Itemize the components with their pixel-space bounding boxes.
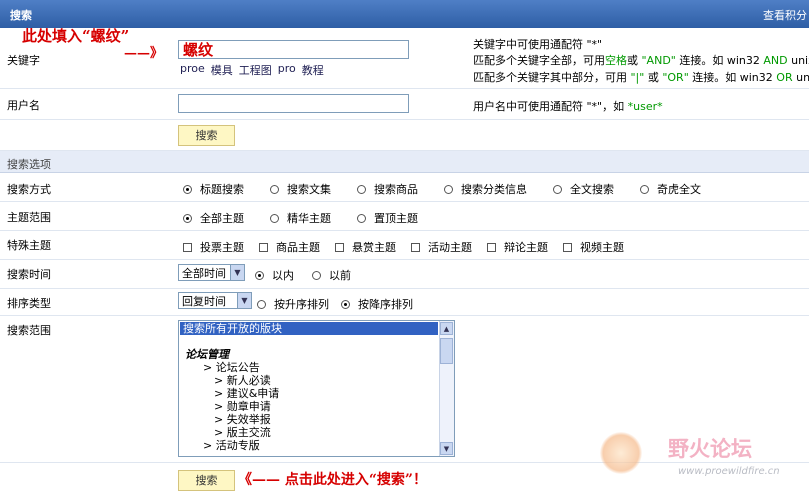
radio-icon[interactable]	[640, 184, 649, 194]
search-submit-button[interactable]: 搜索	[178, 470, 235, 491]
username-label: 用户名	[7, 99, 40, 112]
list-item[interactable]: > 版主交流	[179, 426, 454, 439]
special-topic-option[interactable]: 商品主题	[259, 239, 320, 255]
page-title: 搜索	[10, 9, 32, 22]
list-item[interactable]: > 失效举报	[179, 413, 454, 426]
list-item[interactable]: > 勋章申请	[179, 400, 454, 413]
sort-type-label: 排序类型	[7, 297, 51, 310]
keyword-hint-or: 匹配多个关键字其中部分，可用 "|" 或 "OR" 连接。如 win32 OR …	[473, 71, 809, 84]
scroll-down-icon[interactable]: ▼	[440, 442, 453, 455]
keyword-hint-and: 匹配多个关键字全部，可用空格或 "AND" 连接。如 win32 AND uni…	[473, 54, 809, 67]
view-points-link[interactable]: 查看积分	[763, 7, 807, 23]
sort-type-option[interactable]: 按升序排列	[257, 296, 329, 312]
radio-icon[interactable]	[341, 299, 350, 309]
chevron-down-icon[interactable]: ▼	[237, 293, 251, 308]
title-bar	[0, 0, 809, 28]
list-item[interactable]: > 新人必读	[179, 374, 454, 387]
search-mode-option[interactable]: 奇虎全文	[640, 181, 701, 197]
checkbox-icon[interactable]	[563, 242, 572, 252]
radio-icon[interactable]	[270, 213, 279, 223]
keyword-suggestions: proe 模具 工程图 pro 教程	[180, 62, 324, 78]
suggestion-link[interactable]: 教程	[302, 62, 324, 78]
search-scope-label: 搜索范围	[7, 324, 51, 337]
sort-type-options: 按升序排列 按降序排列	[257, 296, 413, 312]
list-item[interactable]: > 论坛公告	[179, 361, 454, 374]
list-item[interactable]	[179, 335, 454, 348]
radio-icon[interactable]	[444, 184, 453, 194]
watermark-name: 野火论坛	[668, 437, 752, 461]
keyword-label: 关键字	[7, 54, 40, 67]
search-mode-option[interactable]: 全文搜索	[553, 181, 614, 197]
annotation-click-here: 《—— 点击此处进入“搜索”！	[238, 472, 427, 488]
radio-icon[interactable]	[183, 184, 192, 194]
radio-icon[interactable]	[255, 270, 264, 280]
search-mode-option[interactable]: 搜索文集	[270, 181, 331, 197]
radio-icon[interactable]	[553, 184, 562, 194]
topic-range-options: 全部主题 精华主题 置顶主题	[183, 210, 418, 226]
username-input[interactable]	[178, 94, 409, 113]
search-button[interactable]: 搜索	[178, 125, 235, 146]
suggestion-link[interactable]: proe	[180, 62, 205, 78]
checkbox-icon[interactable]	[487, 242, 496, 252]
list-item[interactable]: > 活动专版	[179, 439, 454, 452]
scroll-up-icon[interactable]: ▲	[440, 322, 453, 335]
radio-icon[interactable]	[183, 213, 192, 223]
checkbox-icon[interactable]	[259, 242, 268, 252]
topic-range-option[interactable]: 全部主题	[183, 210, 244, 226]
search-time-option[interactable]: 以前	[312, 267, 351, 283]
list-item[interactable]: 搜索所有开放的版块	[180, 322, 438, 335]
suggestion-link[interactable]: pro	[278, 62, 296, 78]
checkbox-icon[interactable]	[411, 242, 420, 252]
search-time-label: 搜索时间	[7, 268, 51, 281]
search-time-select[interactable]: 全部时间 ▼	[178, 264, 245, 281]
special-topic-option[interactable]: 悬赏主题	[335, 239, 396, 255]
special-topic-option[interactable]: 投票主题	[183, 239, 244, 255]
radio-icon[interactable]	[312, 270, 321, 280]
search-button-row	[0, 120, 809, 151]
search-time-options: 以内 以前	[255, 267, 351, 283]
list-item[interactable]: 论坛管理	[179, 348, 454, 361]
options-header: 搜索选项	[7, 158, 51, 171]
special-topic-option[interactable]: 视频主题	[563, 239, 624, 255]
radio-icon[interactable]	[257, 299, 266, 309]
annotation-keyword-text: 螺纹	[183, 41, 214, 59]
annotation-fill-here: 此处填入“螺纹”	[22, 27, 130, 45]
keyword-hint-wildcard: 关键字中可使用通配符 "*"	[473, 38, 603, 51]
search-mode-option[interactable]: 标题搜索	[183, 181, 244, 197]
radio-icon[interactable]	[357, 213, 366, 223]
checkbox-icon[interactable]	[183, 242, 192, 252]
chevron-down-icon[interactable]: ▼	[230, 265, 244, 280]
scrollbar-thumb[interactable]	[440, 338, 453, 364]
search-scope-listbox[interactable]: 搜索所有开放的版块 论坛管理 > 论坛公告 > 新人必读 > 建议&申请 > 勋…	[178, 320, 455, 457]
annotation-arrow: ——》	[124, 46, 164, 61]
search-mode-option[interactable]: 搜索分类信息	[444, 181, 527, 197]
sort-type-option[interactable]: 按降序排列	[341, 296, 413, 312]
list-item[interactable]: > 建议&申请	[179, 387, 454, 400]
special-topic-option[interactable]: 辩论主题	[487, 239, 548, 255]
search-mode-label: 搜索方式	[7, 183, 51, 196]
topic-range-label: 主题范围	[7, 211, 51, 224]
checkbox-icon[interactable]	[335, 242, 344, 252]
radio-icon[interactable]	[270, 184, 279, 194]
search-mode-options: 标题搜索 搜索文集 搜索商品 搜索分类信息 全文搜索 奇虎全文	[183, 181, 701, 197]
options-header-bar	[0, 151, 809, 173]
sort-type-select[interactable]: 回复时间 ▼	[178, 292, 252, 309]
suggestion-link[interactable]: 工程图	[239, 62, 272, 78]
special-topics-options: 投票主题 商品主题 悬赏主题 活动主题 辩论主题 视频主题	[183, 239, 624, 255]
radio-icon[interactable]	[357, 184, 366, 194]
search-time-row	[0, 260, 809, 289]
topic-range-option[interactable]: 精华主题	[270, 210, 331, 226]
topic-range-option[interactable]: 置顶主题	[357, 210, 418, 226]
suggestion-link[interactable]: 模具	[211, 62, 233, 78]
flame-logo-icon	[600, 432, 642, 474]
search-time-option[interactable]: 以内	[255, 267, 294, 283]
watermark-url: www.proewildfire.cn	[678, 466, 780, 477]
search-mode-option[interactable]: 搜索商品	[357, 181, 418, 197]
special-topic-option[interactable]: 活动主题	[411, 239, 472, 255]
special-topics-label: 特殊主题	[7, 239, 51, 252]
username-hint: 用户名中可使用通配符 "*"，如 *user*	[473, 100, 663, 113]
